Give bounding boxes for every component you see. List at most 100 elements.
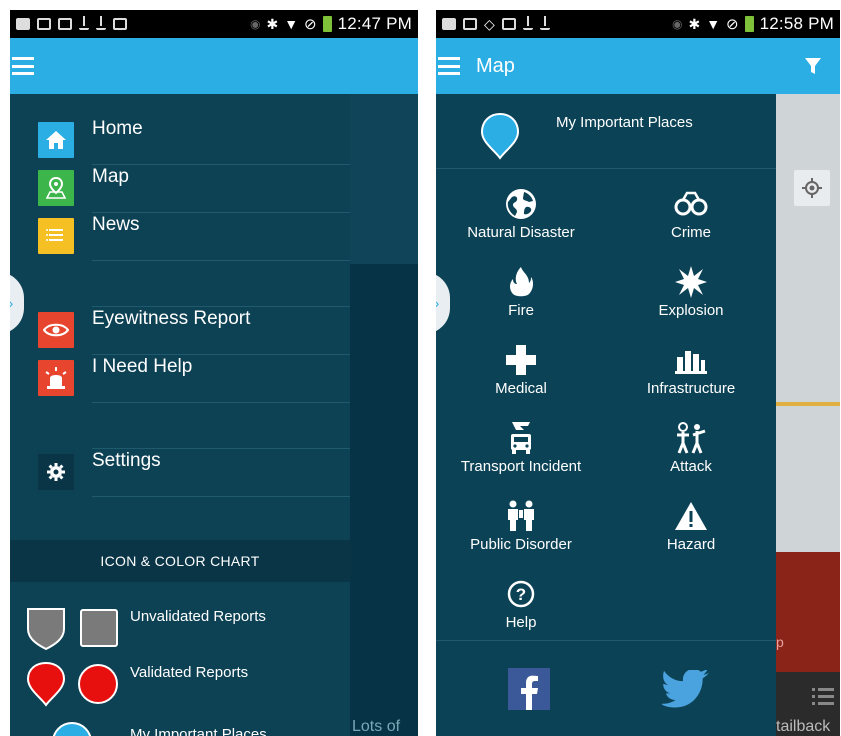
category-label: Explosion [658, 302, 724, 319]
siren-icon [38, 360, 74, 396]
battery-icon [322, 16, 332, 32]
app-bar [10, 38, 418, 94]
map-view[interactable]: p tailback [776, 94, 840, 736]
category-hazard[interactable]: Hazard [606, 498, 776, 553]
nav-item-map[interactable]: Map [38, 166, 350, 212]
content-behind-drawer: Lots of [350, 94, 418, 736]
nav-label: Settings [92, 450, 161, 471]
help-icon: ? [503, 576, 539, 612]
icon-color-chart-header: ICON & COLOR CHART [10, 540, 350, 582]
map-overlay-text: p [776, 634, 784, 650]
legend-label: Unvalidated Reports [130, 608, 266, 625]
image-icon [501, 18, 516, 30]
menu-icon[interactable] [438, 57, 460, 75]
right-phone-screen: ◇ ◉ ✱ ▼ ⊘ 12:58 PM Map p tailback My Imp… [436, 10, 840, 736]
app-bar: Map [436, 38, 840, 94]
category-label: Hazard [666, 536, 716, 553]
gmail-icon [113, 18, 127, 30]
eye-status-icon: ◉ [671, 17, 683, 31]
left-phone-screen: ◉ ✱ ▼ ⊘ 12:47 PM Lots of Home Map News E… [10, 10, 418, 736]
explosion-icon [673, 264, 709, 300]
legend-important-places: My Important Places [26, 716, 350, 736]
eye-icon [38, 312, 74, 348]
category-attack[interactable]: Attack [606, 420, 776, 475]
fire-icon [503, 264, 539, 300]
download-icon [539, 16, 550, 30]
image-icon [58, 18, 72, 30]
menu-icon[interactable] [12, 57, 34, 75]
category-infrastructure[interactable]: Infrastructure [606, 342, 776, 397]
legend-label: My Important Places [130, 726, 267, 736]
bluetooth-icon: ✱ [688, 15, 701, 32]
nav-label: News [92, 214, 140, 235]
category-help[interactable]: ? Help [436, 576, 606, 631]
download-icon [96, 16, 106, 30]
important-places-label[interactable]: My Important Places [556, 114, 693, 131]
medical-cross-icon [503, 342, 539, 378]
nav-label: Eyewitness Report [92, 308, 251, 329]
facebook-icon[interactable] [508, 668, 550, 710]
signal-icon: ▼ [284, 16, 299, 32]
hazard-icon [673, 498, 709, 534]
unvalidated-square-icon [80, 609, 118, 647]
list-view-icon[interactable] [812, 686, 834, 706]
legend-label: Validated Reports [130, 664, 249, 681]
attack-icon [673, 420, 709, 456]
transport-icon [503, 420, 539, 456]
status-bar: ◇ ◉ ✱ ▼ ⊘ 12:58 PM [436, 10, 840, 38]
important-places-pin-icon [480, 112, 520, 165]
category-label: Attack [670, 458, 712, 475]
back-icon [16, 18, 30, 30]
svg-text:?: ? [516, 585, 526, 604]
bluetooth-icon: ✱ [266, 15, 279, 32]
news-icon [38, 218, 74, 254]
clock: 12:58 PM [759, 14, 834, 33]
twitter-icon[interactable] [660, 668, 710, 715]
mail-icon [463, 18, 477, 30]
category-label: Help [505, 614, 537, 631]
clock: 12:47 PM [337, 14, 412, 33]
infrastructure-icon [673, 342, 709, 378]
category-fire[interactable]: Fire [436, 264, 606, 319]
validated-circle-icon [78, 664, 118, 704]
category-transport-incident[interactable]: Transport Incident [436, 420, 606, 475]
map-pin-icon [38, 170, 74, 206]
category-label: Infrastructure [646, 380, 736, 397]
category-label: Transport Incident [460, 458, 582, 475]
legend-unvalidated: Unvalidated Reports [26, 604, 350, 652]
download-icon [79, 16, 89, 30]
nav-label: Home [92, 118, 143, 139]
category-crime[interactable]: Crime [606, 186, 776, 241]
category-public-disorder[interactable]: Public Disorder [436, 498, 606, 553]
chevron-right-icon: › [10, 295, 13, 311]
download-icon [522, 16, 533, 30]
eye-status-icon: ◉ [249, 17, 261, 31]
my-location-button[interactable] [794, 170, 830, 206]
nav-item-home[interactable]: Home [38, 118, 350, 164]
nav-item-i-need-help[interactable]: I Need Help [38, 356, 350, 402]
back-icon [442, 18, 456, 30]
category-explosion[interactable]: Explosion [606, 264, 776, 319]
handcuffs-icon [673, 186, 709, 222]
nav-item-settings[interactable]: Settings [38, 450, 350, 496]
location-diamond-icon: ◇ [484, 15, 495, 32]
nav-label: Map [92, 166, 129, 187]
globe-icon [503, 186, 539, 222]
legend-validated: Validated Reports [26, 660, 350, 708]
app-bar-title: Map [476, 54, 515, 77]
unvalidated-shield-icon [27, 608, 65, 651]
category-natural-disaster[interactable]: Natural Disaster [436, 186, 606, 241]
category-label: Medical [495, 380, 547, 397]
public-disorder-icon [503, 498, 539, 534]
nav-item-eyewitness-report[interactable]: Eyewitness Report [38, 308, 350, 354]
category-label: Fire [508, 302, 534, 319]
status-bar: ◉ ✱ ▼ ⊘ 12:47 PM [10, 10, 418, 38]
home-icon [38, 122, 74, 158]
filter-icon[interactable] [804, 56, 822, 76]
category-label: Natural Disaster [467, 224, 575, 241]
battery-icon [744, 16, 754, 32]
navigation-drawer: Home Map News Eyewitness Report I Need H… [10, 94, 350, 736]
category-medical[interactable]: Medical [436, 342, 606, 397]
nav-item-news[interactable]: News [38, 214, 350, 260]
category-label: Public Disorder [470, 536, 572, 553]
